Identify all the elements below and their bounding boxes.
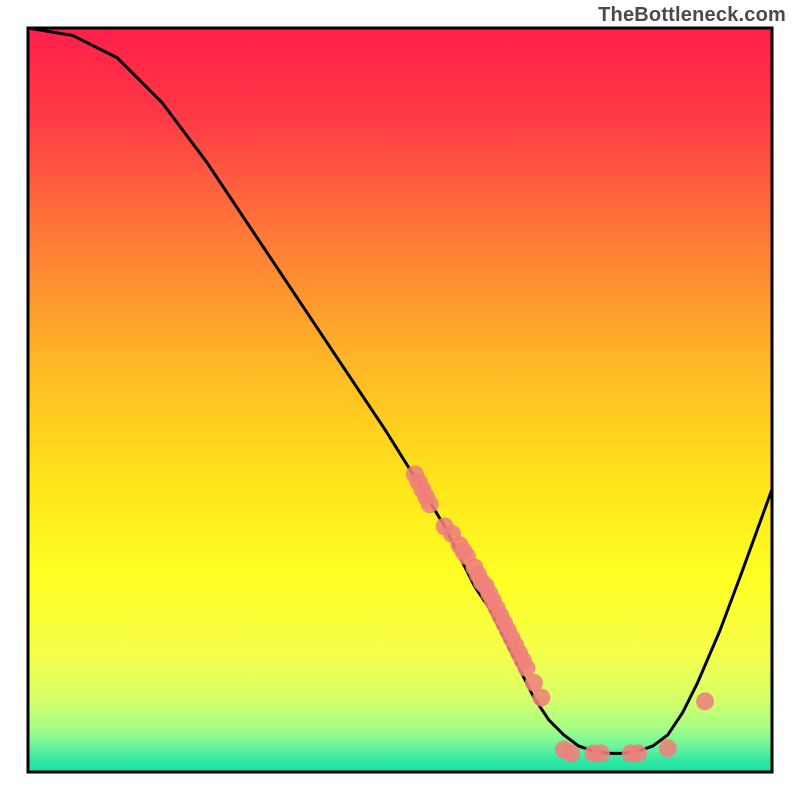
data-marker (696, 692, 714, 710)
data-marker (562, 744, 580, 762)
bottleneck-chart (0, 0, 800, 800)
data-marker (659, 739, 677, 757)
data-marker (629, 744, 647, 762)
data-marker (532, 689, 550, 707)
plot-background (28, 28, 772, 772)
data-marker (592, 744, 610, 762)
watermark-text: TheBottleneck.com (598, 4, 786, 27)
data-marker (421, 495, 439, 513)
